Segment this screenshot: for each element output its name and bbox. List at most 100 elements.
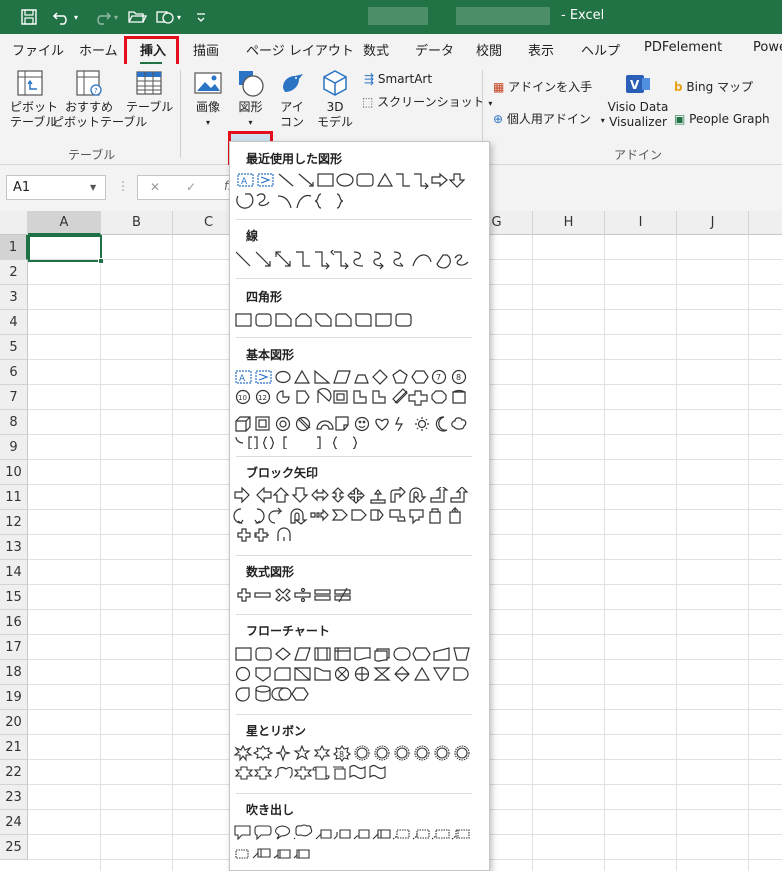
tab-data[interactable]: データ	[415, 40, 454, 59]
cancel-icon[interactable]: ✕	[150, 180, 160, 194]
section-divider	[236, 555, 472, 556]
equation-shapes-row[interactable]	[233, 587, 473, 605]
screenshot-label: スクリーンショット	[377, 95, 485, 109]
section-equation-shapes: 数式図形	[246, 565, 295, 579]
column-header-i[interactable]: I	[605, 211, 677, 235]
row-header-7[interactable]: 7	[0, 385, 28, 410]
smartart-button[interactable]: ⇶ SmartArt	[364, 72, 432, 87]
chevron-down-icon[interactable]: ▼	[90, 183, 96, 192]
tab-view[interactable]: 表示	[528, 40, 554, 59]
row-header-25[interactable]: 25	[0, 835, 28, 860]
callouts-row[interactable]	[233, 824, 473, 864]
svg-text:V: V	[630, 78, 640, 92]
flowchart-row[interactable]	[233, 646, 473, 708]
select-all-corner[interactable]	[0, 211, 28, 235]
people-graph-button[interactable]: ▣ People Graph	[674, 112, 770, 127]
tab-pdfelement[interactable]: PDFelement	[644, 40, 722, 55]
image-label: 画像	[195, 100, 220, 114]
tab-draw[interactable]: 描画	[193, 40, 219, 59]
row-header-10[interactable]: 10	[0, 460, 28, 485]
save-icon[interactable]	[18, 6, 40, 28]
open-icon[interactable]	[126, 6, 148, 28]
row-header-23[interactable]: 23	[0, 785, 28, 810]
grid-column-line	[532, 235, 533, 871]
shapes-button[interactable]: 図形 ▾	[231, 68, 270, 130]
column-header-b[interactable]: B	[101, 211, 173, 235]
row-header-2[interactable]: 2	[0, 260, 28, 285]
name-box-value: A1	[13, 180, 31, 195]
smartart-icon: ⇶	[364, 72, 375, 86]
row-header-4[interactable]: 4	[0, 310, 28, 335]
column-header-k[interactable]	[749, 211, 782, 235]
tab-page-layout[interactable]: ページ レイアウト	[246, 40, 354, 59]
row-header-16[interactable]: 16	[0, 610, 28, 635]
tab-formulas[interactable]: 数式	[363, 40, 389, 59]
row-header-20[interactable]: 20	[0, 710, 28, 735]
block-arrows-row[interactable]	[233, 487, 473, 549]
column-header-j[interactable]: J	[677, 211, 749, 235]
enter-icon[interactable]: ✓	[186, 180, 196, 194]
my-addins-label: 個人用アドイン	[506, 112, 591, 126]
visio-button[interactable]: V Visio Data Visualizer	[607, 72, 669, 130]
row-header-3[interactable]: 3	[0, 285, 28, 310]
addin-icon: ⊕	[493, 112, 504, 126]
table-button[interactable]: テーブル	[126, 68, 173, 115]
get-addins-label: アドインを入手	[508, 80, 593, 94]
recommended-pivot-icon: ?	[76, 70, 102, 96]
row-header-5[interactable]: 5	[0, 335, 28, 360]
row-header-9[interactable]: 9	[0, 435, 28, 460]
grid-column-line	[100, 235, 101, 871]
fill-handle[interactable]	[98, 258, 104, 264]
active-cell[interactable]	[28, 235, 102, 262]
formula-input[interactable]: ✕ ✓ fx	[137, 175, 237, 200]
get-addins-button[interactable]: ▦ アドインを入手	[493, 80, 592, 95]
row-header-6[interactable]: 6	[0, 360, 28, 385]
row-header-18[interactable]: 18	[0, 660, 28, 685]
row-header-1[interactable]: 1	[0, 235, 28, 260]
bing-maps-button[interactable]: b Bing マップ	[674, 80, 753, 95]
row-header-13[interactable]: 13	[0, 535, 28, 560]
stars-banners-row[interactable]: 8	[233, 745, 473, 787]
shapes-dropdown: 最近使用した図形 A 線 四角形 基本図形 A 7 8 10 12 ブロック矢印…	[229, 141, 490, 871]
row-header-19[interactable]: 19	[0, 685, 28, 710]
tab-help[interactable]: ヘルプ	[581, 40, 620, 59]
tab-review[interactable]: 校閲	[476, 40, 502, 59]
section-stars-banners: 星とリボン	[246, 724, 307, 738]
recent-shapes-row[interactable]: A	[233, 172, 473, 214]
row-header-14[interactable]: 14	[0, 560, 28, 585]
row-header-17[interactable]: 17	[0, 635, 28, 660]
row-header-8[interactable]: 8	[0, 410, 28, 435]
tab-file[interactable]: ファイル	[12, 40, 64, 59]
rectangles-row[interactable]	[233, 312, 473, 328]
redo-icon[interactable]: ▾	[88, 6, 122, 28]
customize-icon[interactable]	[193, 6, 209, 28]
row-header-24[interactable]: 24	[0, 810, 28, 835]
smartart-label: SmartArt	[377, 72, 433, 86]
3d-models-button[interactable]: 3D モデル	[312, 68, 358, 130]
recommended-pivot-button[interactable]: ? おすすめ ピボットテーブル	[52, 68, 147, 130]
row-header-15[interactable]: 15	[0, 585, 28, 610]
basic-shapes-row[interactable]: A 7 8 10 12	[233, 369, 473, 449]
my-addins-button[interactable]: ⊕ 個人用アドイン ▾	[493, 112, 605, 128]
tab-home[interactable]: ホーム	[79, 40, 118, 59]
row-header-21[interactable]: 21	[0, 735, 28, 760]
row-header-22[interactable]: 22	[0, 760, 28, 785]
screenshot-button[interactable]: ⬚ スクリーンショット ▾	[362, 95, 492, 111]
blurred-filename	[368, 7, 428, 25]
shape-qa-icon[interactable]: ▾	[151, 6, 185, 28]
pivot-table-button[interactable]: ピボット テーブル	[10, 68, 58, 130]
bird-icon	[283, 74, 303, 92]
image-button[interactable]: 画像 ▾	[190, 68, 226, 130]
section-divider	[236, 219, 472, 220]
row-header-12[interactable]: 12	[0, 510, 28, 535]
column-header-h[interactable]: H	[533, 211, 605, 235]
tab-power[interactable]: Powe	[753, 40, 782, 55]
svg-text:?: ?	[94, 87, 98, 95]
row-header-11[interactable]: 11	[0, 485, 28, 510]
lines-row[interactable]	[233, 250, 473, 270]
column-header-a[interactable]: A	[28, 211, 101, 235]
undo-icon[interactable]: ▾	[48, 6, 82, 28]
icons-button[interactable]: アイ コン	[274, 68, 310, 130]
visio-icon: V	[626, 75, 650, 93]
shapes-icon	[238, 71, 264, 97]
